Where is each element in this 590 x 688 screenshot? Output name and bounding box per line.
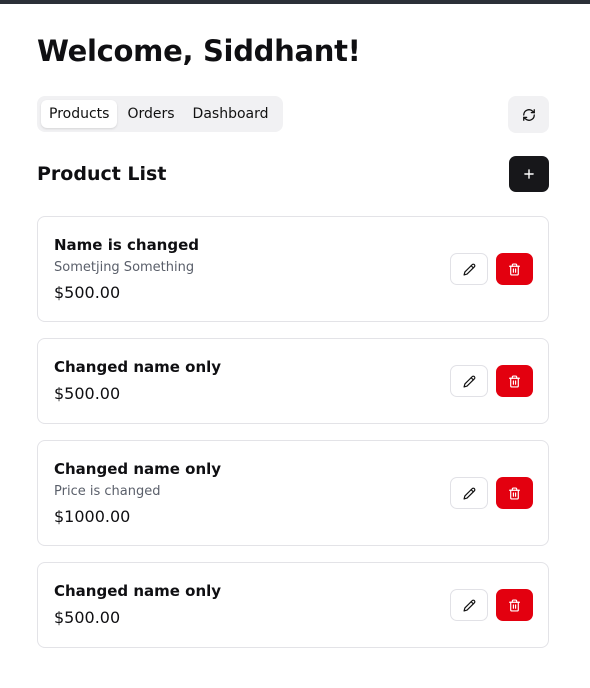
tab-dashboard[interactable]: Dashboard (185, 100, 277, 128)
product-price: $500.00 (54, 384, 121, 403)
product-price: $500.00 (54, 283, 121, 302)
edit-button[interactable] (450, 253, 488, 285)
page-title: Welcome, Siddhant! (37, 34, 361, 68)
product-name: Changed name only (54, 582, 222, 600)
add-product-button[interactable] (509, 156, 549, 192)
delete-button[interactable] (496, 477, 533, 509)
delete-button[interactable] (496, 253, 533, 285)
trash-icon (508, 262, 521, 276)
window-top-bar (0, 0, 590, 4)
product-price: $500.00 (54, 608, 121, 627)
product-card: Changed name only $500.00 (37, 338, 549, 424)
product-name: Changed name only (54, 358, 222, 376)
pencil-icon (462, 599, 476, 612)
edit-button[interactable] (450, 365, 488, 397)
delete-button[interactable] (496, 589, 533, 621)
product-card: Name is changed Sometjing Something $500… (37, 216, 549, 322)
pencil-icon (462, 375, 476, 388)
refresh-icon (522, 108, 536, 122)
delete-button[interactable] (496, 365, 533, 397)
product-name: Name is changed (54, 236, 200, 254)
tab-products[interactable]: Products (41, 100, 118, 128)
product-name: Changed name only (54, 460, 222, 478)
edit-button[interactable] (450, 477, 488, 509)
pencil-icon (462, 487, 476, 500)
trash-icon (508, 598, 521, 612)
product-description: Price is changed (54, 484, 161, 499)
pencil-icon (462, 263, 476, 276)
plus-icon (522, 167, 536, 181)
product-price: $1000.00 (54, 507, 131, 526)
refresh-button[interactable] (508, 96, 549, 133)
tab-list: Products Orders Dashboard (37, 96, 283, 132)
section-title: Product List (37, 163, 167, 185)
trash-icon (508, 486, 521, 500)
product-description: Sometjing Something (54, 260, 195, 275)
trash-icon (508, 374, 521, 388)
product-card: Changed name only Price is changed $1000… (37, 440, 549, 546)
product-card: Changed name only $500.00 (37, 562, 549, 648)
edit-button[interactable] (450, 589, 488, 621)
tab-orders[interactable]: Orders (119, 100, 182, 128)
